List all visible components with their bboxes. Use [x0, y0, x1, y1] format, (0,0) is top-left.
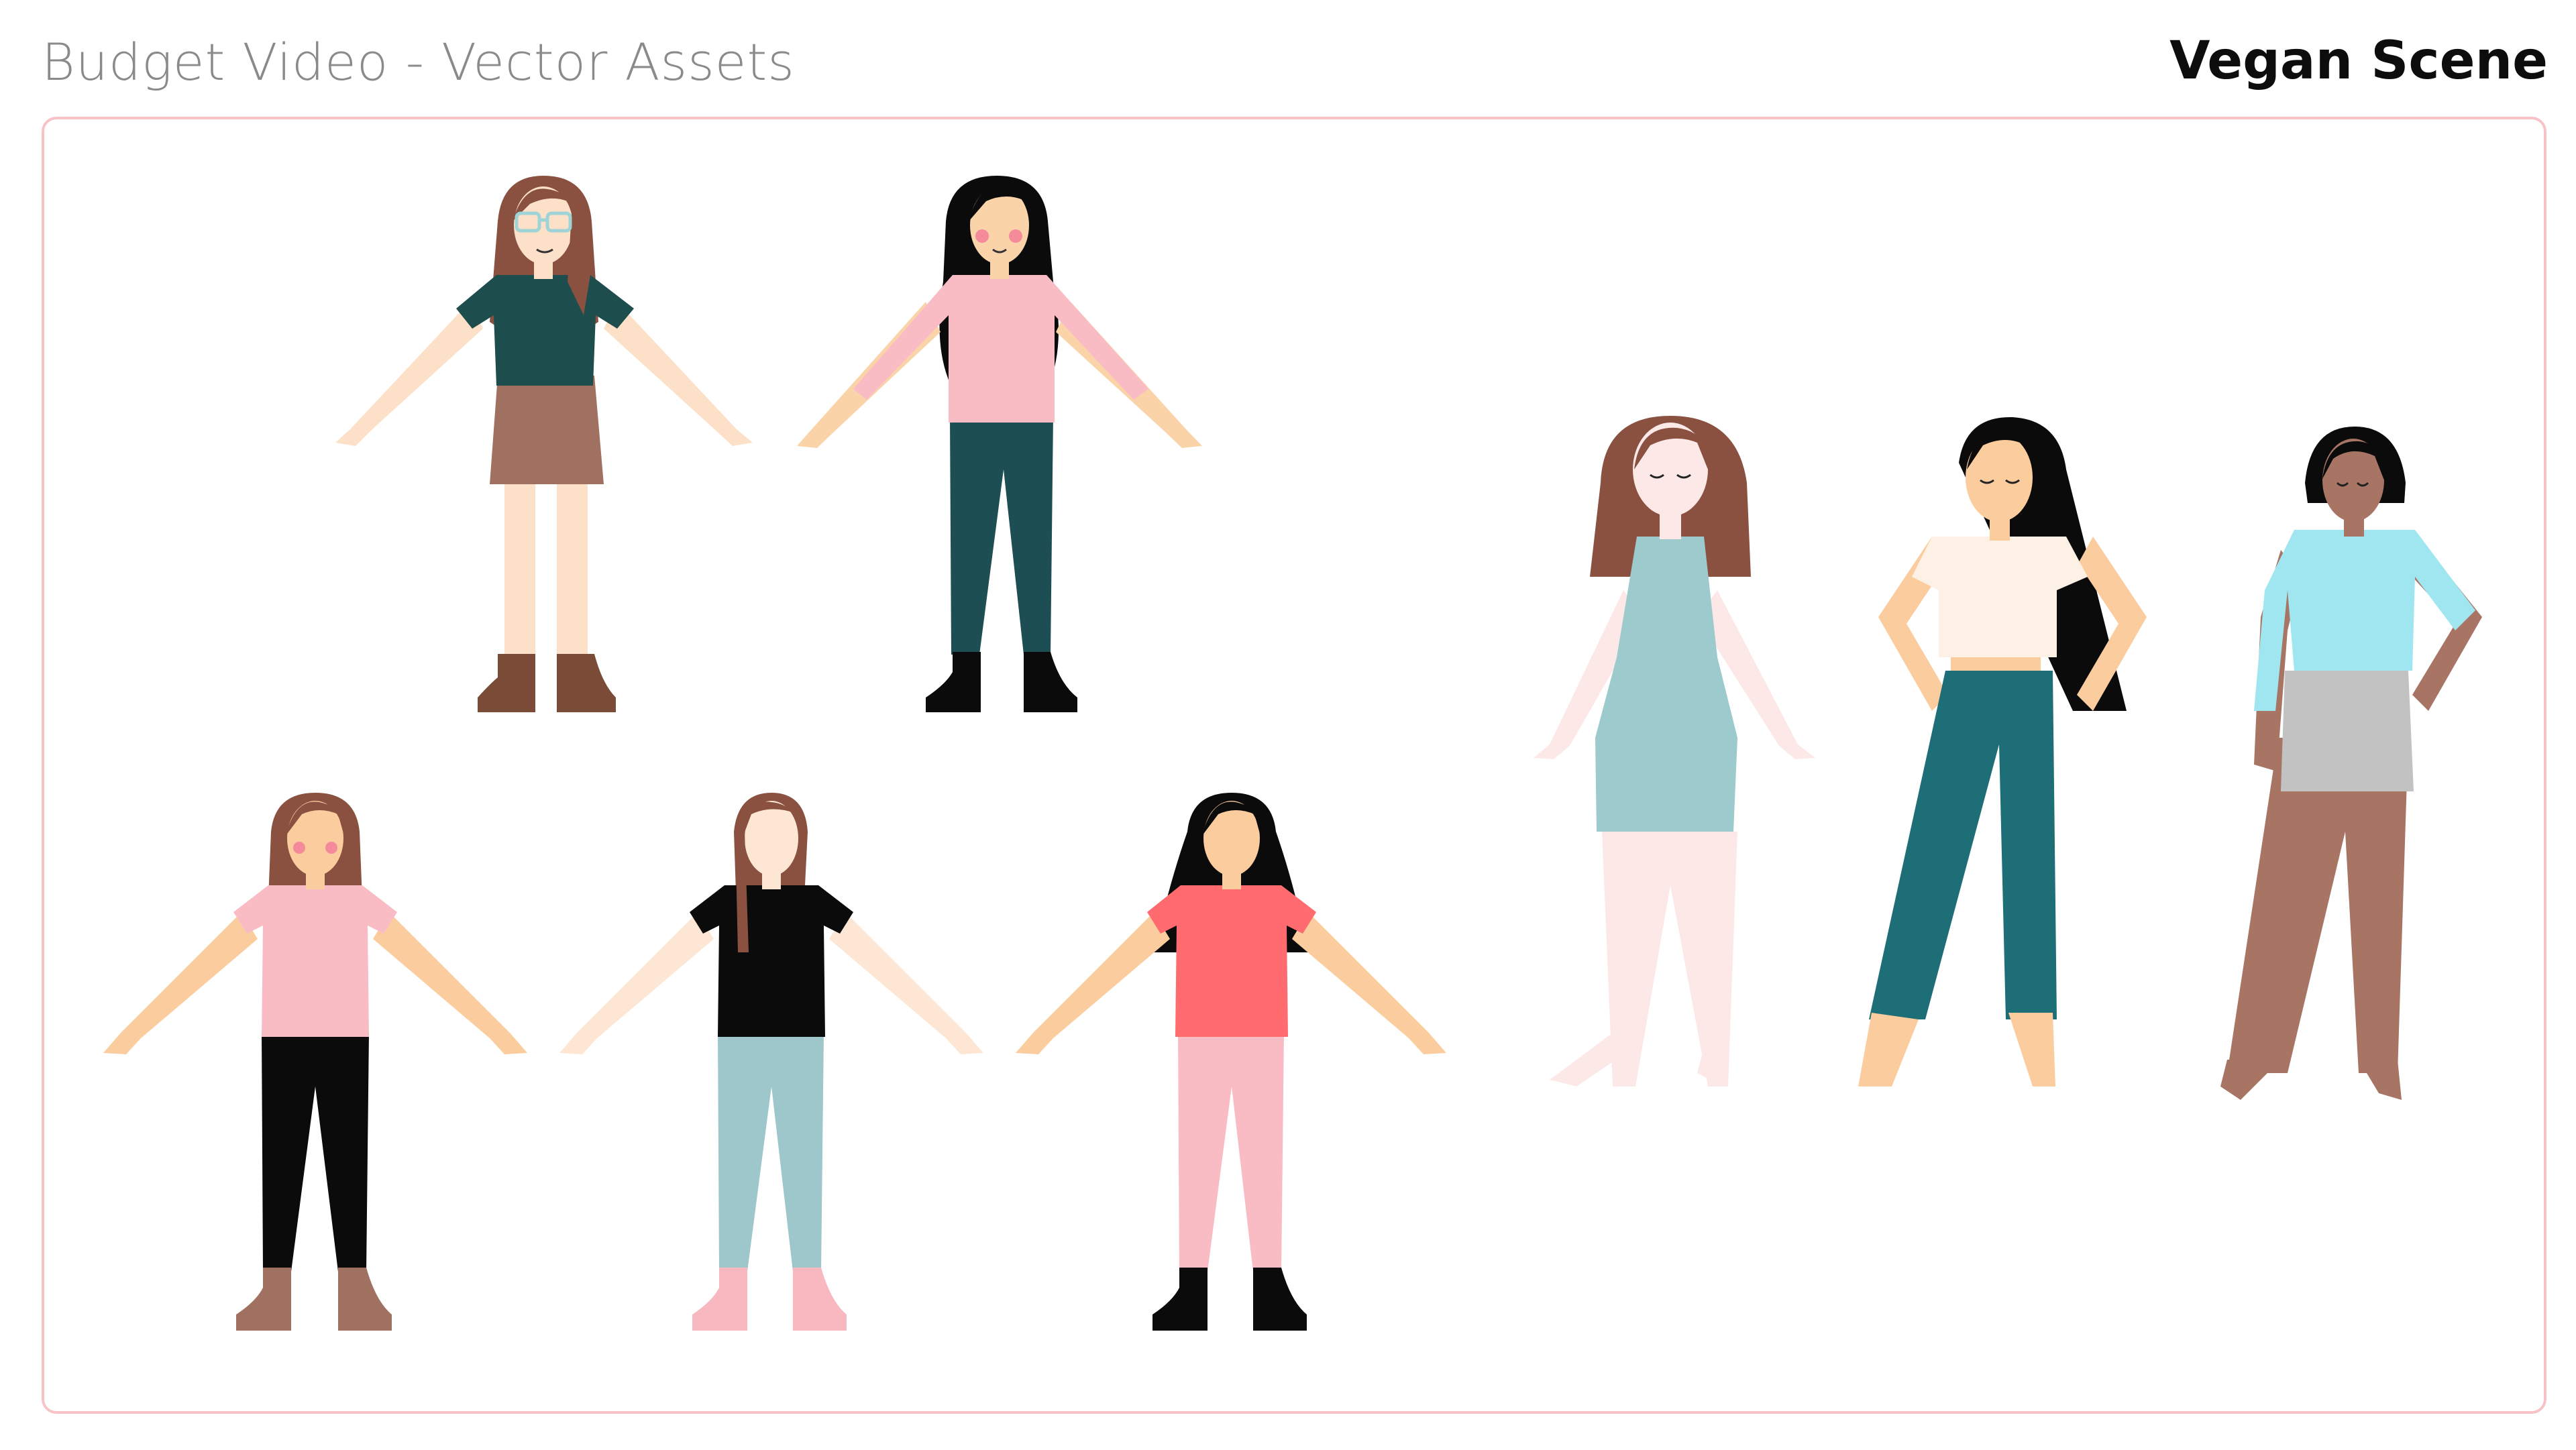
- characters-canvas: [103, 176, 2482, 1331]
- character-black-hair-pink-top: [797, 176, 1202, 712]
- character-black-hair-coral-top: [1016, 793, 1446, 1331]
- character-brown-hair-pink-top-black-pants: [103, 793, 527, 1331]
- character-black-hair-teal-jeans: [1858, 416, 2147, 1086]
- character-dark-skin-blue-sweater: [2220, 427, 2482, 1100]
- character-brown-hair-glasses: [335, 176, 753, 712]
- character-brown-hair-black-top-light-jeans: [559, 793, 983, 1331]
- character-brown-hair-blue-dress: [1534, 416, 1815, 1086]
